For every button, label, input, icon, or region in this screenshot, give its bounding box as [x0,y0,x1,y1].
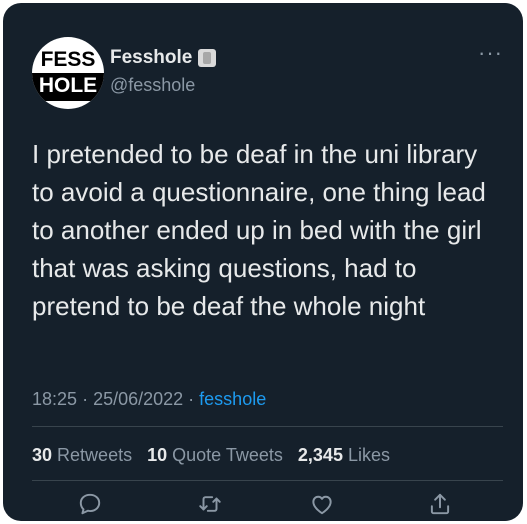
likes-stat[interactable]: 2,345 Likes [298,445,390,465]
separator: · [188,389,200,409]
quotes-label: Quote Tweets [172,445,283,465]
avatar[interactable]: FESS HOLE [32,37,104,109]
user-handle[interactable]: @fesshole [110,75,195,96]
divider [32,480,503,481]
tweet-card: FESS HOLE Fesshole @fesshole ··· I prete… [3,3,523,521]
separator: · [82,389,94,409]
likes-label: Likes [347,445,390,465]
retweets-count: 30 [32,445,53,465]
divider [32,426,503,427]
likes-count: 2,345 [297,445,343,465]
tweet-meta: 18:25 · 25/06/2022 · fesshole [32,389,266,410]
reply-icon[interactable] [77,491,107,521]
quotes-count: 10 [147,445,168,465]
display-name[interactable]: Fesshole [110,47,192,69]
tweet-source[interactable]: fesshole [199,389,266,409]
share-icon[interactable] [427,491,457,521]
avatar-text-bottom: HOLE [32,73,104,101]
name-row: Fesshole [110,47,217,69]
more-icon[interactable]: ··· [478,42,503,64]
avatar-text-top: FESS [40,48,96,71]
toilet-roll-icon [198,49,217,67]
tweet-date[interactable]: 25/06/2022 [93,389,183,409]
tweet-time[interactable]: 18:25 [32,389,77,409]
tweet-stats: 30 Retweets 10 Quote Tweets 2,345 Likes [32,445,390,466]
tweet-actions [3,491,523,521]
retweets-stat[interactable]: 30 Retweets [32,445,132,465]
retweet-icon[interactable] [197,491,227,521]
like-icon[interactable] [309,491,339,521]
quotes-stat[interactable]: 10 Quote Tweets [147,445,283,465]
tweet-text: I pretended to be deaf in the uni librar… [32,139,486,321]
retweets-label: Retweets [57,445,133,465]
